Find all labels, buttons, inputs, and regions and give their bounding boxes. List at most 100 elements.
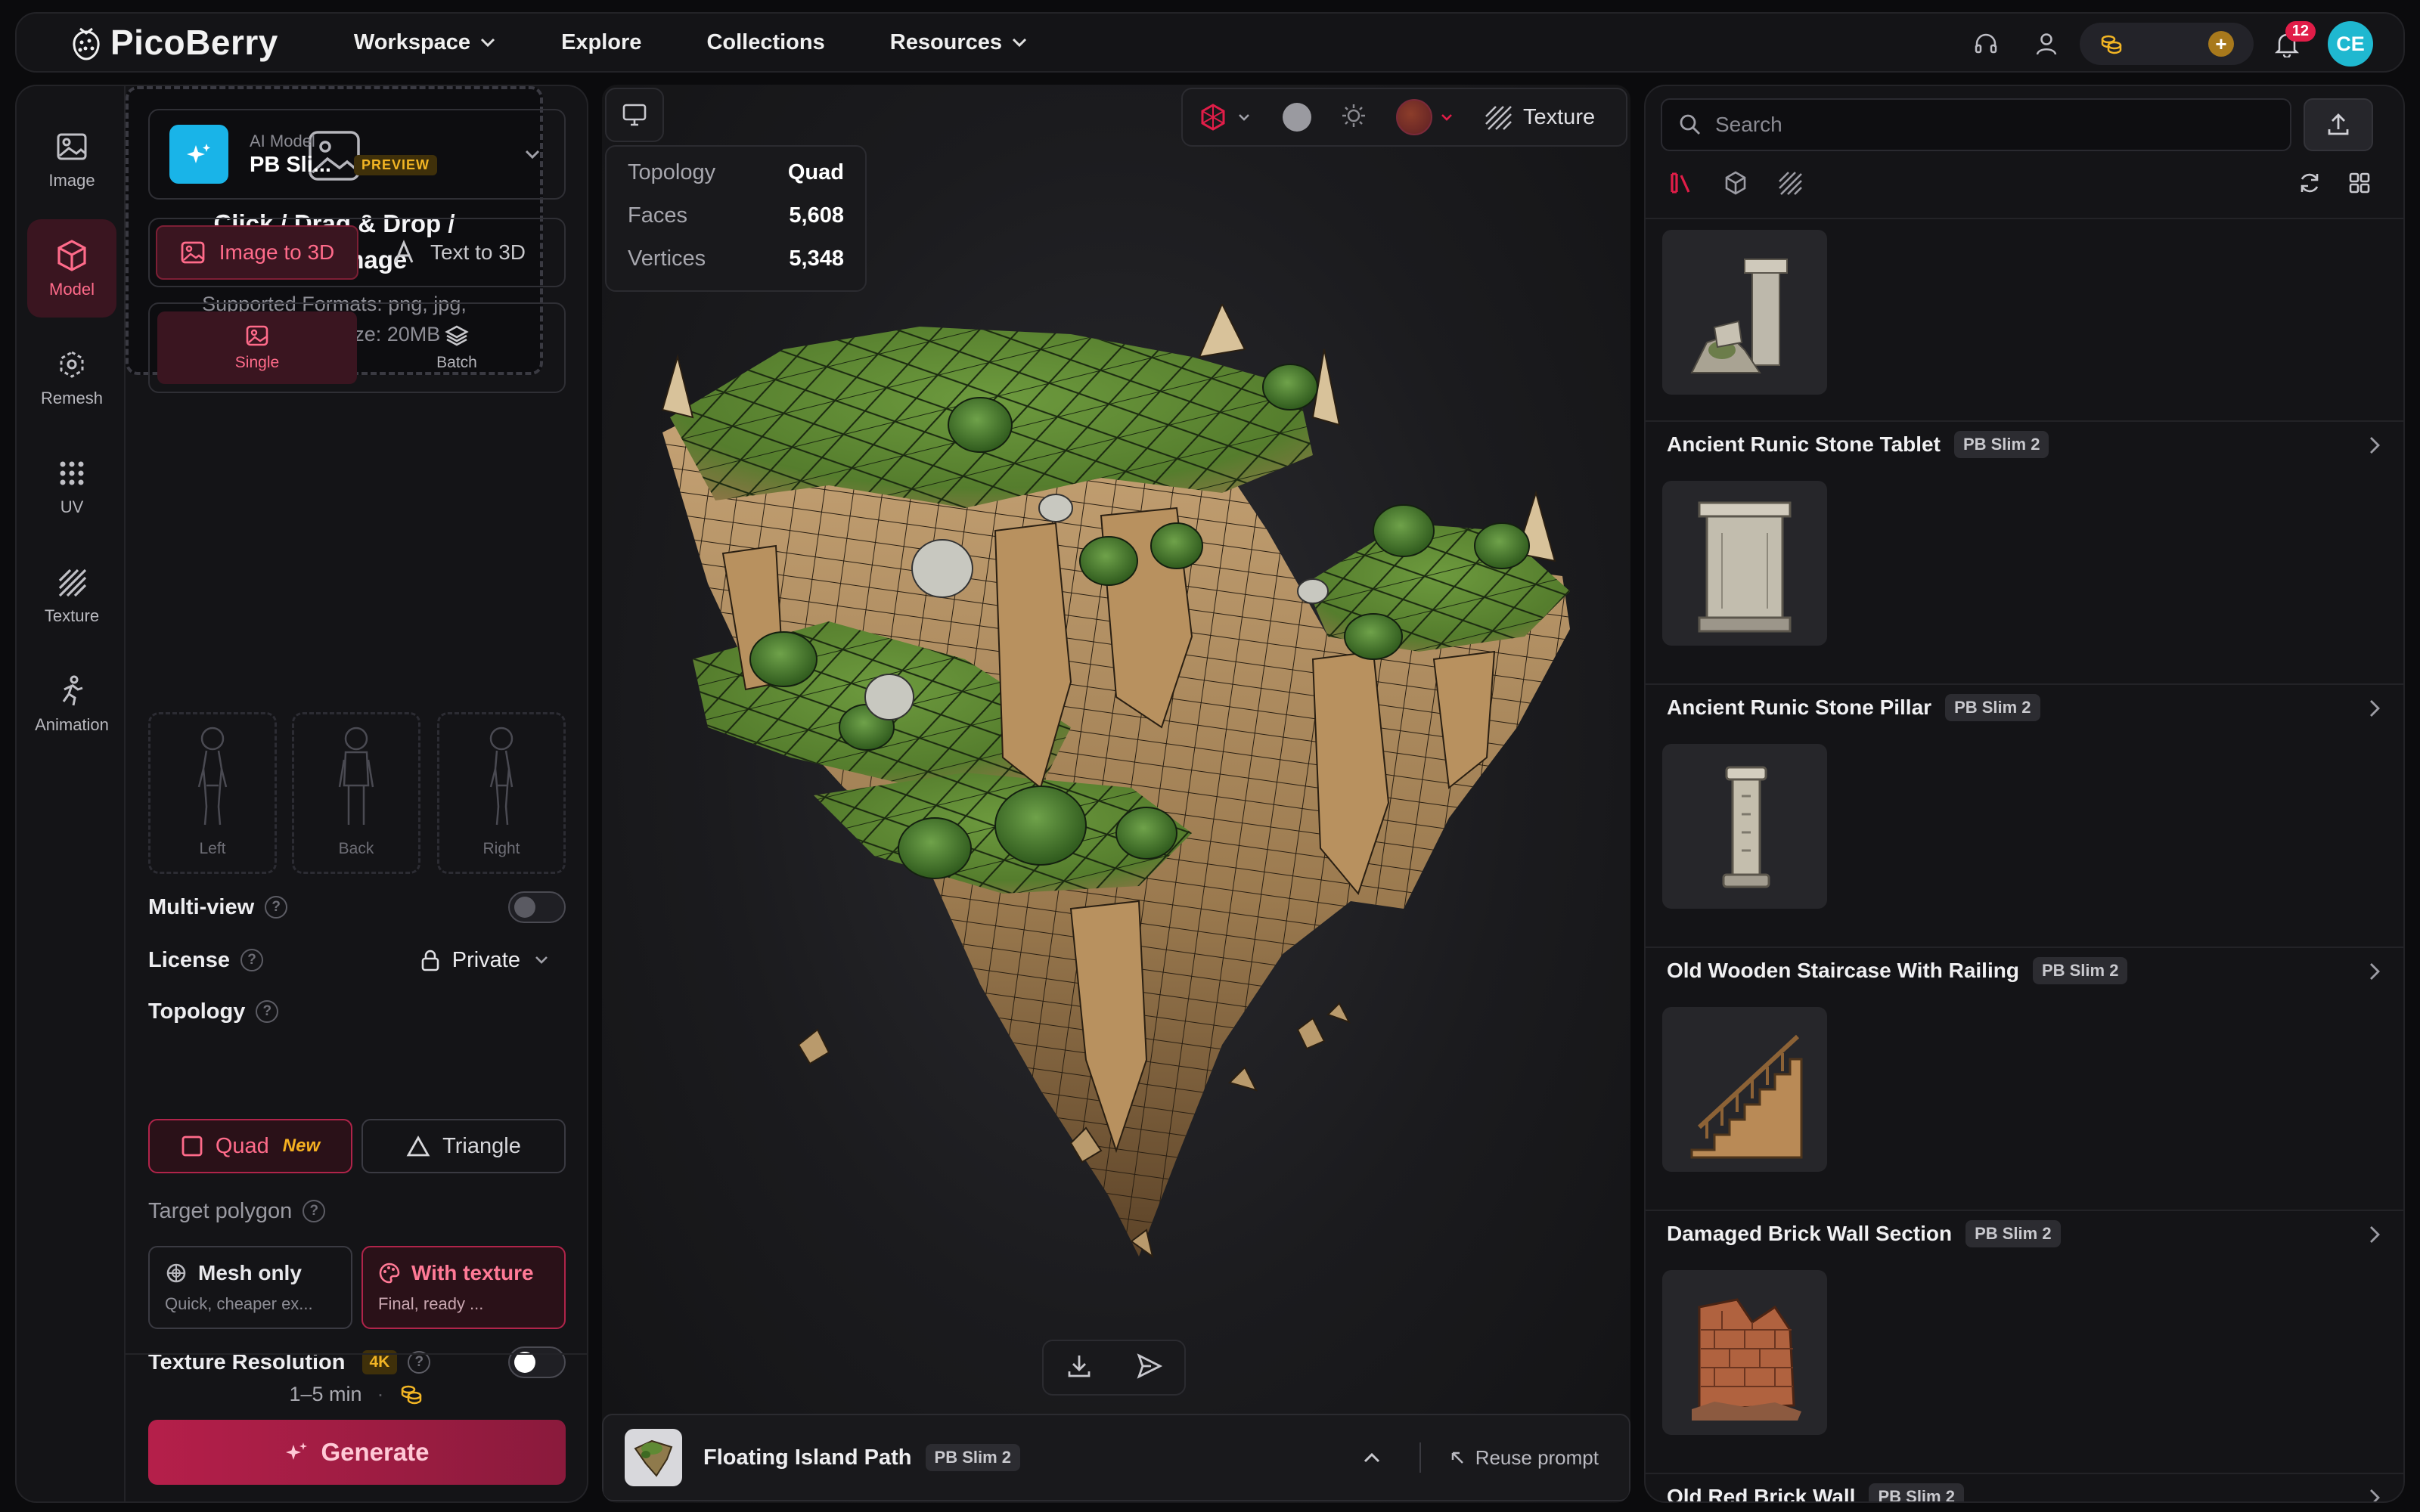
chevron-right-icon[interactable]	[2369, 699, 2381, 718]
brand-logo[interactable]: PicoBerry	[70, 22, 278, 63]
generation-history-bar[interactable]: Floating Island Path PB Slim 2 Reuse pro…	[602, 1414, 1630, 1501]
image-icon	[181, 241, 205, 264]
grid-view-button[interactable]	[2347, 171, 2372, 199]
upload-button[interactable]	[2304, 98, 2373, 151]
sparkle-model-icon	[169, 125, 228, 184]
material-selector[interactable]	[1198, 102, 1251, 132]
filter-models-button[interactable]	[1723, 170, 1748, 200]
view-slot-left[interactable]: Left	[148, 712, 277, 874]
chevron-right-icon[interactable]	[2369, 962, 2381, 981]
reuse-prompt-button[interactable]: Reuse prompt	[1450, 1446, 1599, 1470]
rail-label-image: Image	[48, 171, 95, 190]
view-slot-right[interactable]: Right	[437, 712, 566, 874]
filter-all-button[interactable]	[1668, 170, 1694, 200]
help-icon[interactable]: ?	[302, 1200, 326, 1222]
chevron-right-icon[interactable]	[2369, 435, 2381, 455]
topology-label: Topology	[148, 999, 246, 1024]
nav-resources[interactable]: Resources	[890, 30, 1028, 55]
nav-collections-label: Collections	[706, 29, 825, 54]
nav-collections[interactable]: Collections	[706, 30, 824, 55]
nav-workspace[interactable]: Workspace	[354, 30, 496, 55]
user-avatar[interactable]: CE	[2328, 21, 2373, 67]
rail-item-uv[interactable]: UV	[27, 437, 116, 535]
image-icon	[57, 133, 87, 160]
nav-explore[interactable]: Explore	[561, 30, 641, 55]
view-slot-back[interactable]: Back	[292, 712, 420, 874]
generate-button[interactable]: Generate	[148, 1420, 566, 1485]
topology-triangle-button[interactable]: Triangle	[361, 1119, 566, 1173]
coins-icon	[401, 1385, 421, 1405]
tab-text-to-3d[interactable]: Text to 3D	[358, 225, 558, 280]
refresh-button[interactable]	[2297, 171, 2322, 199]
stat-value: 5,348	[789, 246, 844, 271]
environment-selector[interactable]	[1396, 99, 1454, 135]
display-mode-button[interactable]	[605, 88, 664, 142]
license-row: License ? Private	[148, 943, 566, 977]
multiview-toggle[interactable]	[508, 891, 566, 923]
share-button[interactable]	[1136, 1352, 1163, 1383]
help-icon[interactable]: ?	[256, 1000, 279, 1023]
rail-item-animation[interactable]: Animation	[27, 655, 116, 753]
chevron-down-icon	[535, 956, 548, 964]
rail-label-model: Model	[49, 280, 95, 299]
model-name: PB Sli...	[250, 152, 331, 177]
generation-eta: 1–5 min ·	[126, 1382, 587, 1406]
model-version-tag: PB Slim 2	[925, 1444, 1020, 1471]
profile-button[interactable]	[2025, 23, 2068, 65]
new-badge: New	[282, 1136, 321, 1156]
download-button[interactable]	[1066, 1352, 1093, 1383]
chevron-right-icon[interactable]	[2369, 1488, 2381, 1501]
tab-batch[interactable]: Batch	[357, 311, 557, 384]
texture-resolution-toggle[interactable]	[508, 1346, 566, 1378]
solid-shading-button[interactable]	[1283, 103, 1311, 132]
rail-item-remesh[interactable]: Remesh	[27, 328, 116, 426]
tab-image-to-3d[interactable]: Image to 3D	[156, 225, 358, 280]
tab-single[interactable]: Single	[157, 311, 357, 384]
stat-value: Quad	[787, 160, 844, 184]
brand-name: PicoBerry	[110, 23, 278, 62]
filter-textures-button[interactable]	[1777, 170, 1803, 200]
square-icon	[182, 1136, 203, 1157]
chevron-right-icon[interactable]	[2369, 1225, 2381, 1244]
help-icon[interactable]: ?	[265, 896, 288, 919]
ai-model-selector[interactable]: AI Model PB Sli... PREVIEW	[148, 109, 566, 200]
lighting-button[interactable]	[1340, 102, 1367, 133]
asset-thumbnail-brick-wall	[1662, 1270, 1827, 1435]
add-credits-button[interactable]: +	[2208, 31, 2234, 57]
chevron-down-icon	[1013, 38, 1027, 48]
header-actions: + 12 CE	[1965, 14, 2373, 74]
figure-left-icon	[197, 727, 228, 826]
chevron-up-icon[interactable]	[1362, 1451, 1382, 1464]
topology-quad-label: Quad	[215, 1133, 269, 1158]
coins-icon	[2101, 35, 2122, 54]
monitor-icon	[622, 104, 647, 126]
nav-explore-label: Explore	[561, 29, 642, 54]
rail-item-image[interactable]: Image	[27, 110, 116, 209]
view-slot-left-label: Left	[199, 840, 226, 857]
stat-label: Faces	[628, 203, 687, 228]
stat-label: Topology	[628, 160, 716, 184]
texture-resolution-row: Texture Resolution 4K ?	[148, 1346, 566, 1379]
model-viewport[interactable]: Topology Quad Faces 5,608 Vertices 5,348…	[602, 85, 1630, 1503]
topology-quad-button[interactable]: Quad New	[148, 1119, 352, 1173]
mesh-only-subtitle: Quick, cheaper ex...	[165, 1294, 313, 1313]
top-navigation-bar: PicoBerry Workspace Explore Collections …	[15, 12, 2405, 73]
search-input[interactable]	[1715, 113, 2245, 137]
license-dropdown[interactable]: Private	[420, 948, 561, 973]
tab-batch-label: Batch	[436, 354, 477, 371]
credits-pill[interactable]: +	[2080, 23, 2254, 65]
rail-item-texture[interactable]: Texture	[27, 546, 116, 644]
stat-row-vertices: Vertices 5,348	[628, 246, 844, 271]
with-texture-option[interactable]: With texture Final, ready ...	[361, 1246, 566, 1329]
notifications-button[interactable]: 12	[2266, 21, 2316, 65]
support-button[interactable]	[1965, 23, 2007, 65]
help-icon[interactable]: ?	[240, 949, 263, 971]
topology-row: Topology ?	[148, 995, 566, 1028]
floating-island-model[interactable]	[647, 304, 1585, 1317]
rail-item-model[interactable]: Model	[27, 219, 116, 318]
texture-toggle-button[interactable]: Texture	[1484, 104, 1595, 130]
stat-row-topology: Topology Quad	[628, 160, 844, 185]
search-icon	[1680, 114, 1700, 135]
mesh-only-option[interactable]: Mesh only Quick, cheaper ex...	[148, 1246, 352, 1329]
search-box[interactable]	[1661, 98, 2291, 151]
